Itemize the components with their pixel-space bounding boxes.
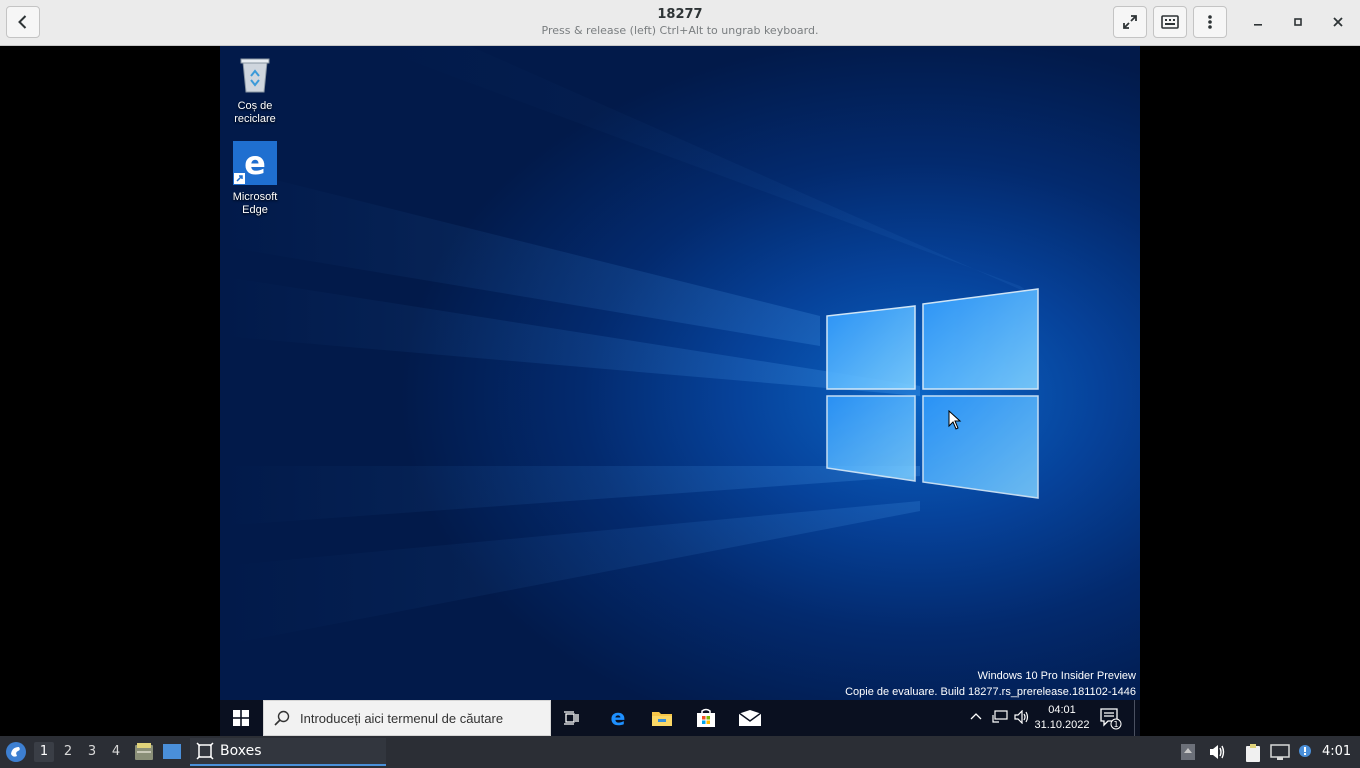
taskbar-edge-button[interactable]: e bbox=[604, 706, 632, 730]
edge-icon: e bbox=[233, 141, 277, 185]
window-subtitle: Press & release (left) Ctrl+Alt to ungra… bbox=[541, 24, 819, 37]
file-manager-icon[interactable] bbox=[134, 742, 154, 762]
volume-icon[interactable] bbox=[1014, 710, 1030, 724]
update-notifier-icon[interactable] bbox=[1296, 743, 1314, 761]
search-placeholder: Introduceți aici termenul de căutare bbox=[300, 711, 504, 726]
workspace-1[interactable]: 1 bbox=[34, 742, 54, 762]
desktop-icon-label: Edge bbox=[242, 204, 268, 216]
close-icon bbox=[1333, 17, 1343, 27]
taskbar-clock[interactable]: 04:01 31.10.2022 bbox=[1032, 703, 1092, 733]
host-panel: 1 2 3 4 Boxes 4:01 bbox=[0, 736, 1360, 768]
minimize-button[interactable] bbox=[1246, 10, 1270, 34]
keyboard-button[interactable] bbox=[1153, 6, 1187, 38]
close-button[interactable] bbox=[1326, 10, 1350, 34]
task-view-button[interactable] bbox=[558, 706, 586, 730]
folder-icon bbox=[652, 712, 672, 726]
workspace-2[interactable]: 2 bbox=[58, 742, 78, 762]
vertical-dots-icon bbox=[1208, 15, 1212, 29]
chevron-up-icon[interactable] bbox=[970, 711, 982, 721]
edge-icon: e bbox=[611, 707, 626, 729]
keyboard-icon bbox=[1161, 15, 1179, 29]
volume-icon[interactable] bbox=[1208, 743, 1226, 761]
fullscreen-button[interactable] bbox=[1113, 6, 1147, 38]
chevron-left-icon bbox=[18, 15, 27, 29]
taskbar-file-explorer-button[interactable] bbox=[648, 706, 676, 730]
desktop-icon-label: Microsoft bbox=[232, 191, 278, 203]
network-icon[interactable] bbox=[992, 710, 1008, 724]
vm-display[interactable]: Coș de reciclare e Microsoft Edge Window… bbox=[220, 46, 1140, 736]
show-desktop-icon[interactable] bbox=[162, 742, 182, 762]
action-center-button[interactable]: 1 bbox=[1100, 708, 1122, 734]
svg-text:e: e bbox=[244, 144, 266, 182]
mail-icon bbox=[739, 710, 761, 726]
workspace-3[interactable]: 3 bbox=[82, 742, 102, 762]
show-desktop-button[interactable] bbox=[1134, 700, 1135, 736]
network-icon[interactable] bbox=[1270, 743, 1290, 761]
windows-logo-icon bbox=[233, 710, 249, 726]
task-view-icon bbox=[564, 711, 579, 725]
taskbar-item-boxes[interactable]: Boxes bbox=[190, 738, 386, 766]
svg-text:e: e bbox=[611, 707, 626, 729]
maximize-button[interactable] bbox=[1286, 10, 1310, 34]
boxes-app-icon bbox=[196, 742, 214, 760]
desktop-icon-label: reciclare bbox=[234, 113, 276, 125]
windows-taskbar: Introduceți aici termenul de căutare e 0… bbox=[220, 700, 1140, 736]
watermark-edition: Windows 10 Pro Insider Preview bbox=[977, 670, 1136, 682]
search-icon bbox=[274, 710, 290, 726]
boxes-headerbar: 18277 Press & release (left) Ctrl+Alt to… bbox=[0, 0, 1360, 46]
back-button[interactable] bbox=[6, 6, 40, 38]
store-bag-icon bbox=[697, 708, 715, 727]
taskbar-mail-button[interactable] bbox=[736, 706, 764, 730]
fullscreen-icon bbox=[1123, 15, 1137, 29]
desktop-icon-label: Coș de bbox=[237, 100, 273, 112]
window-title: 18277 bbox=[657, 7, 703, 22]
host-clock[interactable]: 4:01 bbox=[1322, 744, 1351, 759]
recycle-bin-icon bbox=[240, 58, 270, 93]
taskbar-search-box[interactable]: Introduceți aici termenul de căutare bbox=[263, 700, 551, 736]
desktop-icon-recycle-bin[interactable]: Coș de reciclare bbox=[220, 54, 290, 126]
clock-time: 04:01 bbox=[1048, 704, 1076, 716]
start-button[interactable] bbox=[220, 700, 262, 736]
maximize-icon bbox=[1294, 18, 1302, 26]
notification-icon: 1 bbox=[1100, 708, 1122, 730]
windows-hero-wallpaper bbox=[220, 46, 1039, 646]
workspace-4[interactable]: 4 bbox=[106, 742, 126, 762]
clipboard-icon[interactable] bbox=[1244, 743, 1262, 763]
mouse-pointer-icon bbox=[948, 410, 962, 430]
taskbar-item-label: Boxes bbox=[220, 743, 262, 759]
evaluation-watermark: Windows 10 Pro Insider Preview Copie de … bbox=[845, 668, 1136, 700]
watermark-build: Copie de evaluare. Build 18277.rs_prerel… bbox=[845, 686, 1136, 698]
taskbar-store-button[interactable] bbox=[692, 706, 720, 730]
menu-button[interactable] bbox=[1193, 6, 1227, 38]
notification-count: 1 bbox=[1113, 720, 1118, 729]
clock-date: 31.10.2022 bbox=[1034, 719, 1090, 731]
desktop-icon-microsoft-edge[interactable]: e Microsoft Edge bbox=[220, 141, 290, 217]
app-menu-icon[interactable] bbox=[4, 740, 28, 764]
minimize-icon bbox=[1254, 24, 1262, 26]
eject-icon[interactable] bbox=[1180, 743, 1196, 761]
